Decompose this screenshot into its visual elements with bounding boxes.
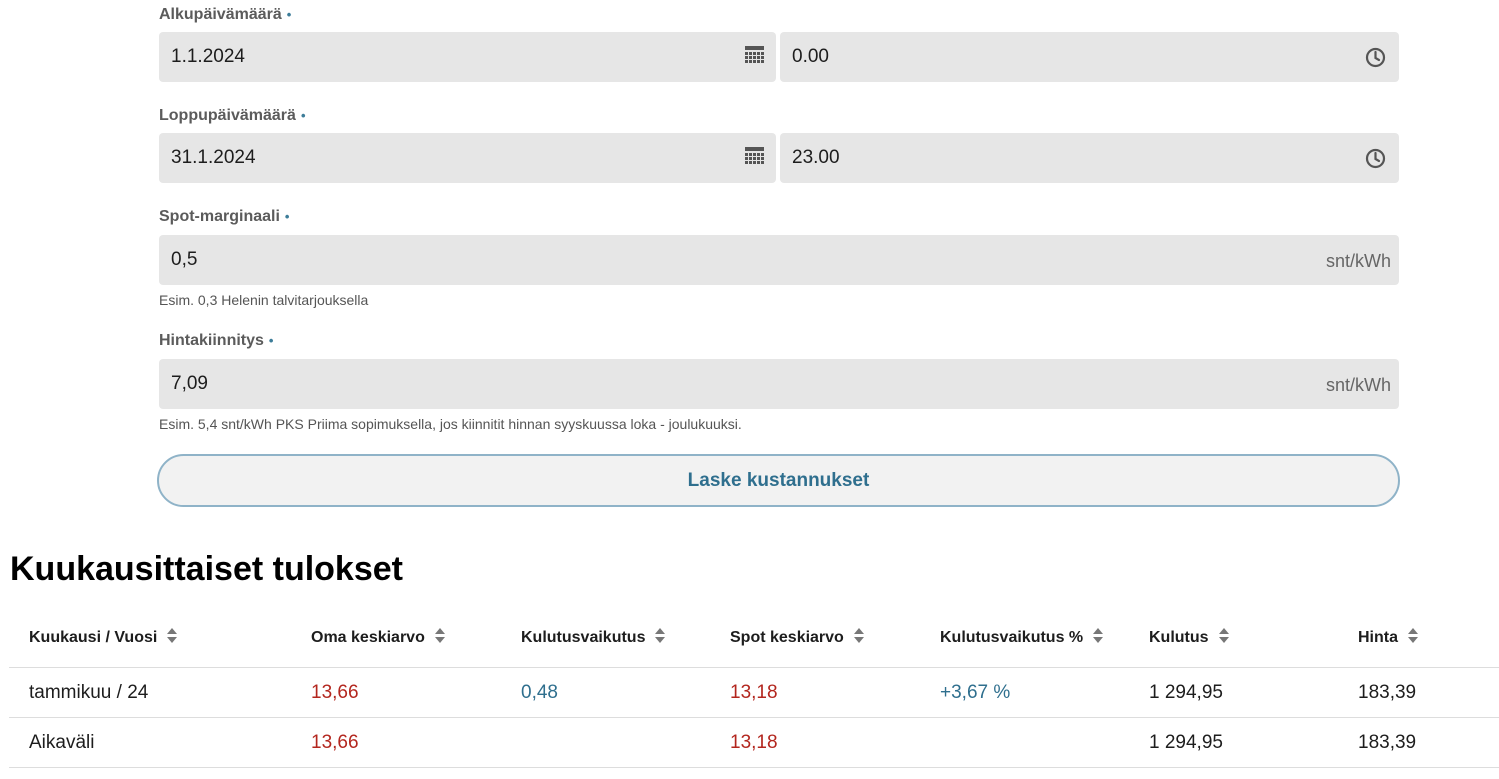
start-date-label: Alkupäivämäärä • [159,6,292,23]
results-table: Kuukausi / Vuosi Oma keskiarvo Kulutusva… [9,608,1499,768]
sort-icon[interactable] [167,627,178,648]
column-header-month[interactable]: Kuukausi / Vuosi [9,608,311,668]
sort-icon[interactable] [1408,627,1418,648]
calendar-icon[interactable] [745,147,764,172]
column-header-consumption-effect[interactable]: Kulutusvaikutus [521,608,730,668]
sort-icon[interactable] [853,627,864,648]
sort-icon[interactable] [434,627,445,648]
spot-margin-label: Spot-marginaali • [159,208,290,225]
sort-icon[interactable] [655,627,666,648]
cell-consumption-effect-percent [940,717,1149,768]
start-time-input[interactable] [780,32,1399,82]
cell-own-average: 13,66 [311,667,521,718]
column-header-own-average[interactable]: Oma keskiarvo [311,608,521,668]
cell-spot-average: 13,18 [730,717,940,768]
start-date-field[interactable] [159,32,776,82]
price-lock-help: Esim. 5,4 snt/kWh PKS Priima sopimuksell… [159,416,742,432]
required-marker: • [268,333,274,348]
cell-price: 183,39 [1358,717,1499,768]
calendar-icon[interactable] [745,44,764,71]
price-lock-unit: snt/kWh [1325,375,1391,395]
price-lock-field[interactable]: snt/kWh [159,359,1399,409]
end-date-label: Loppupäivämäärä • [159,107,306,124]
table-row: tammikuu / 24 13,66 0,48 13,18 +3,67 % 1… [9,667,1499,718]
column-header-spot-average[interactable]: Spot keskiarvo [730,608,940,668]
price-lock-label: Hintakiinnitys • [159,332,274,349]
end-time-input[interactable] [780,133,1399,183]
cell-price: 183,39 [1358,667,1499,718]
column-header-consumption[interactable]: Kulutus [1149,608,1358,668]
spot-margin-help: Esim. 0,3 Helenin talvitarjouksella [159,292,369,308]
end-date-field[interactable] [159,133,776,183]
end-date-input[interactable] [159,133,776,183]
cell-spot-average: 13,18 [730,667,940,718]
required-marker: • [284,209,290,224]
spot-margin-field[interactable]: snt/kWh [159,235,1399,285]
clock-icon[interactable] [1365,148,1386,174]
column-header-price[interactable]: Hinta [1358,608,1499,668]
cell-month: tammikuu / 24 [9,667,311,718]
sort-icon[interactable] [1093,627,1104,648]
spot-margin-input[interactable] [159,235,1399,285]
table-row: Aikaväli 13,66 13,18 1 294,95 183,39 [9,717,1499,768]
table-header-row: Kuukausi / Vuosi Oma keskiarvo Kulutusva… [9,608,1499,668]
clock-icon[interactable] [1365,47,1386,73]
cell-consumption-effect-percent: +3,67 % [940,667,1149,718]
cell-consumption: 1 294,95 [1149,667,1358,718]
calculate-costs-button[interactable]: Laske kustannukset [157,454,1400,507]
sort-icon[interactable] [1218,627,1229,648]
spot-margin-unit: snt/kWh [1325,251,1391,271]
results-title: Kuukausittaiset tulokset [10,550,403,588]
cell-consumption-effect: 0,48 [521,667,730,718]
column-header-consumption-effect-percent[interactable]: Kulutusvaikutus % [940,608,1149,668]
cell-own-average: 13,66 [311,717,521,768]
required-marker: • [300,108,306,123]
cell-consumption-effect [521,717,730,768]
start-date-input[interactable] [159,32,776,82]
start-time-field[interactable] [780,32,1399,82]
cell-month: Aikaväli [9,717,311,768]
cell-consumption: 1 294,95 [1149,717,1358,768]
end-time-field[interactable] [780,133,1399,183]
price-lock-input[interactable] [159,359,1399,409]
required-marker: • [286,7,292,22]
